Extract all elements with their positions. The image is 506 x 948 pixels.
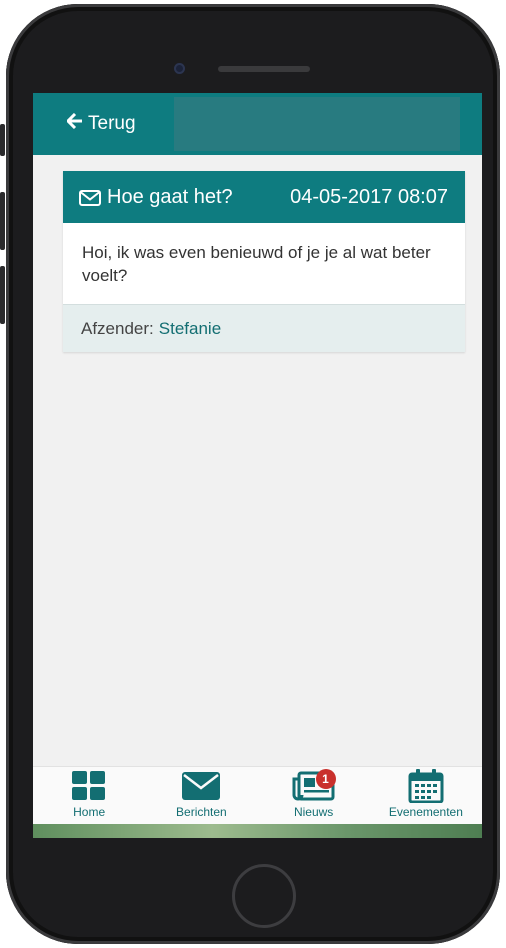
- underlying-screen-strip: [33, 824, 482, 838]
- message-datetime: 04-05-2017 08:07: [290, 185, 448, 208]
- mute-switch: [0, 124, 5, 156]
- bottom-navigation: Home Berichten 1 Nieuws Evenementen: [33, 766, 482, 825]
- sender-name[interactable]: Stefanie: [159, 319, 221, 339]
- volume-up-button: [0, 192, 5, 250]
- grid-icon: [71, 769, 107, 803]
- message-header: Hoe gaat het? 04-05-2017 08:07: [63, 171, 465, 223]
- message-card: Hoe gaat het? 04-05-2017 08:07 Hoi, ik w…: [63, 171, 465, 352]
- nav-item-home[interactable]: Home: [33, 767, 145, 825]
- nav-label-home: Home: [73, 805, 106, 819]
- arrow-left-icon: [65, 112, 83, 135]
- back-label: Terug: [88, 113, 136, 134]
- front-camera: [174, 63, 185, 74]
- nav-item-berichten[interactable]: Berichten: [145, 767, 257, 825]
- title-area: [174, 97, 460, 151]
- earpiece: [218, 66, 310, 72]
- nav-label-evenementen: Evenementen: [388, 805, 463, 819]
- sender-label: Afzender:: [81, 318, 154, 338]
- envelope-icon: [181, 769, 221, 803]
- home-hardware-button[interactable]: [232, 864, 296, 928]
- nav-item-evenementen[interactable]: Evenementen: [370, 767, 482, 825]
- app-screen: Terug Hoe gaat het? 04-05-2017 08:07 Hoi…: [33, 93, 482, 838]
- notification-badge: 1: [315, 769, 336, 789]
- nav-item-nieuws[interactable]: 1 Nieuws: [258, 767, 370, 825]
- nav-label-berichten: Berichten: [176, 805, 227, 819]
- message-footer: Afzender: Stefanie: [63, 304, 465, 352]
- envelope-icon: [79, 189, 101, 206]
- top-bar: Terug: [33, 93, 482, 155]
- volume-down-button: [0, 266, 5, 324]
- message-body: Hoi, ik was even benieuwd of je je al wa…: [82, 243, 431, 285]
- calendar-icon: [408, 769, 444, 803]
- back-button[interactable]: Terug: [33, 93, 174, 155]
- nav-label-nieuws: Nieuws: [293, 805, 334, 819]
- message-subject: Hoe gaat het?: [107, 185, 233, 208]
